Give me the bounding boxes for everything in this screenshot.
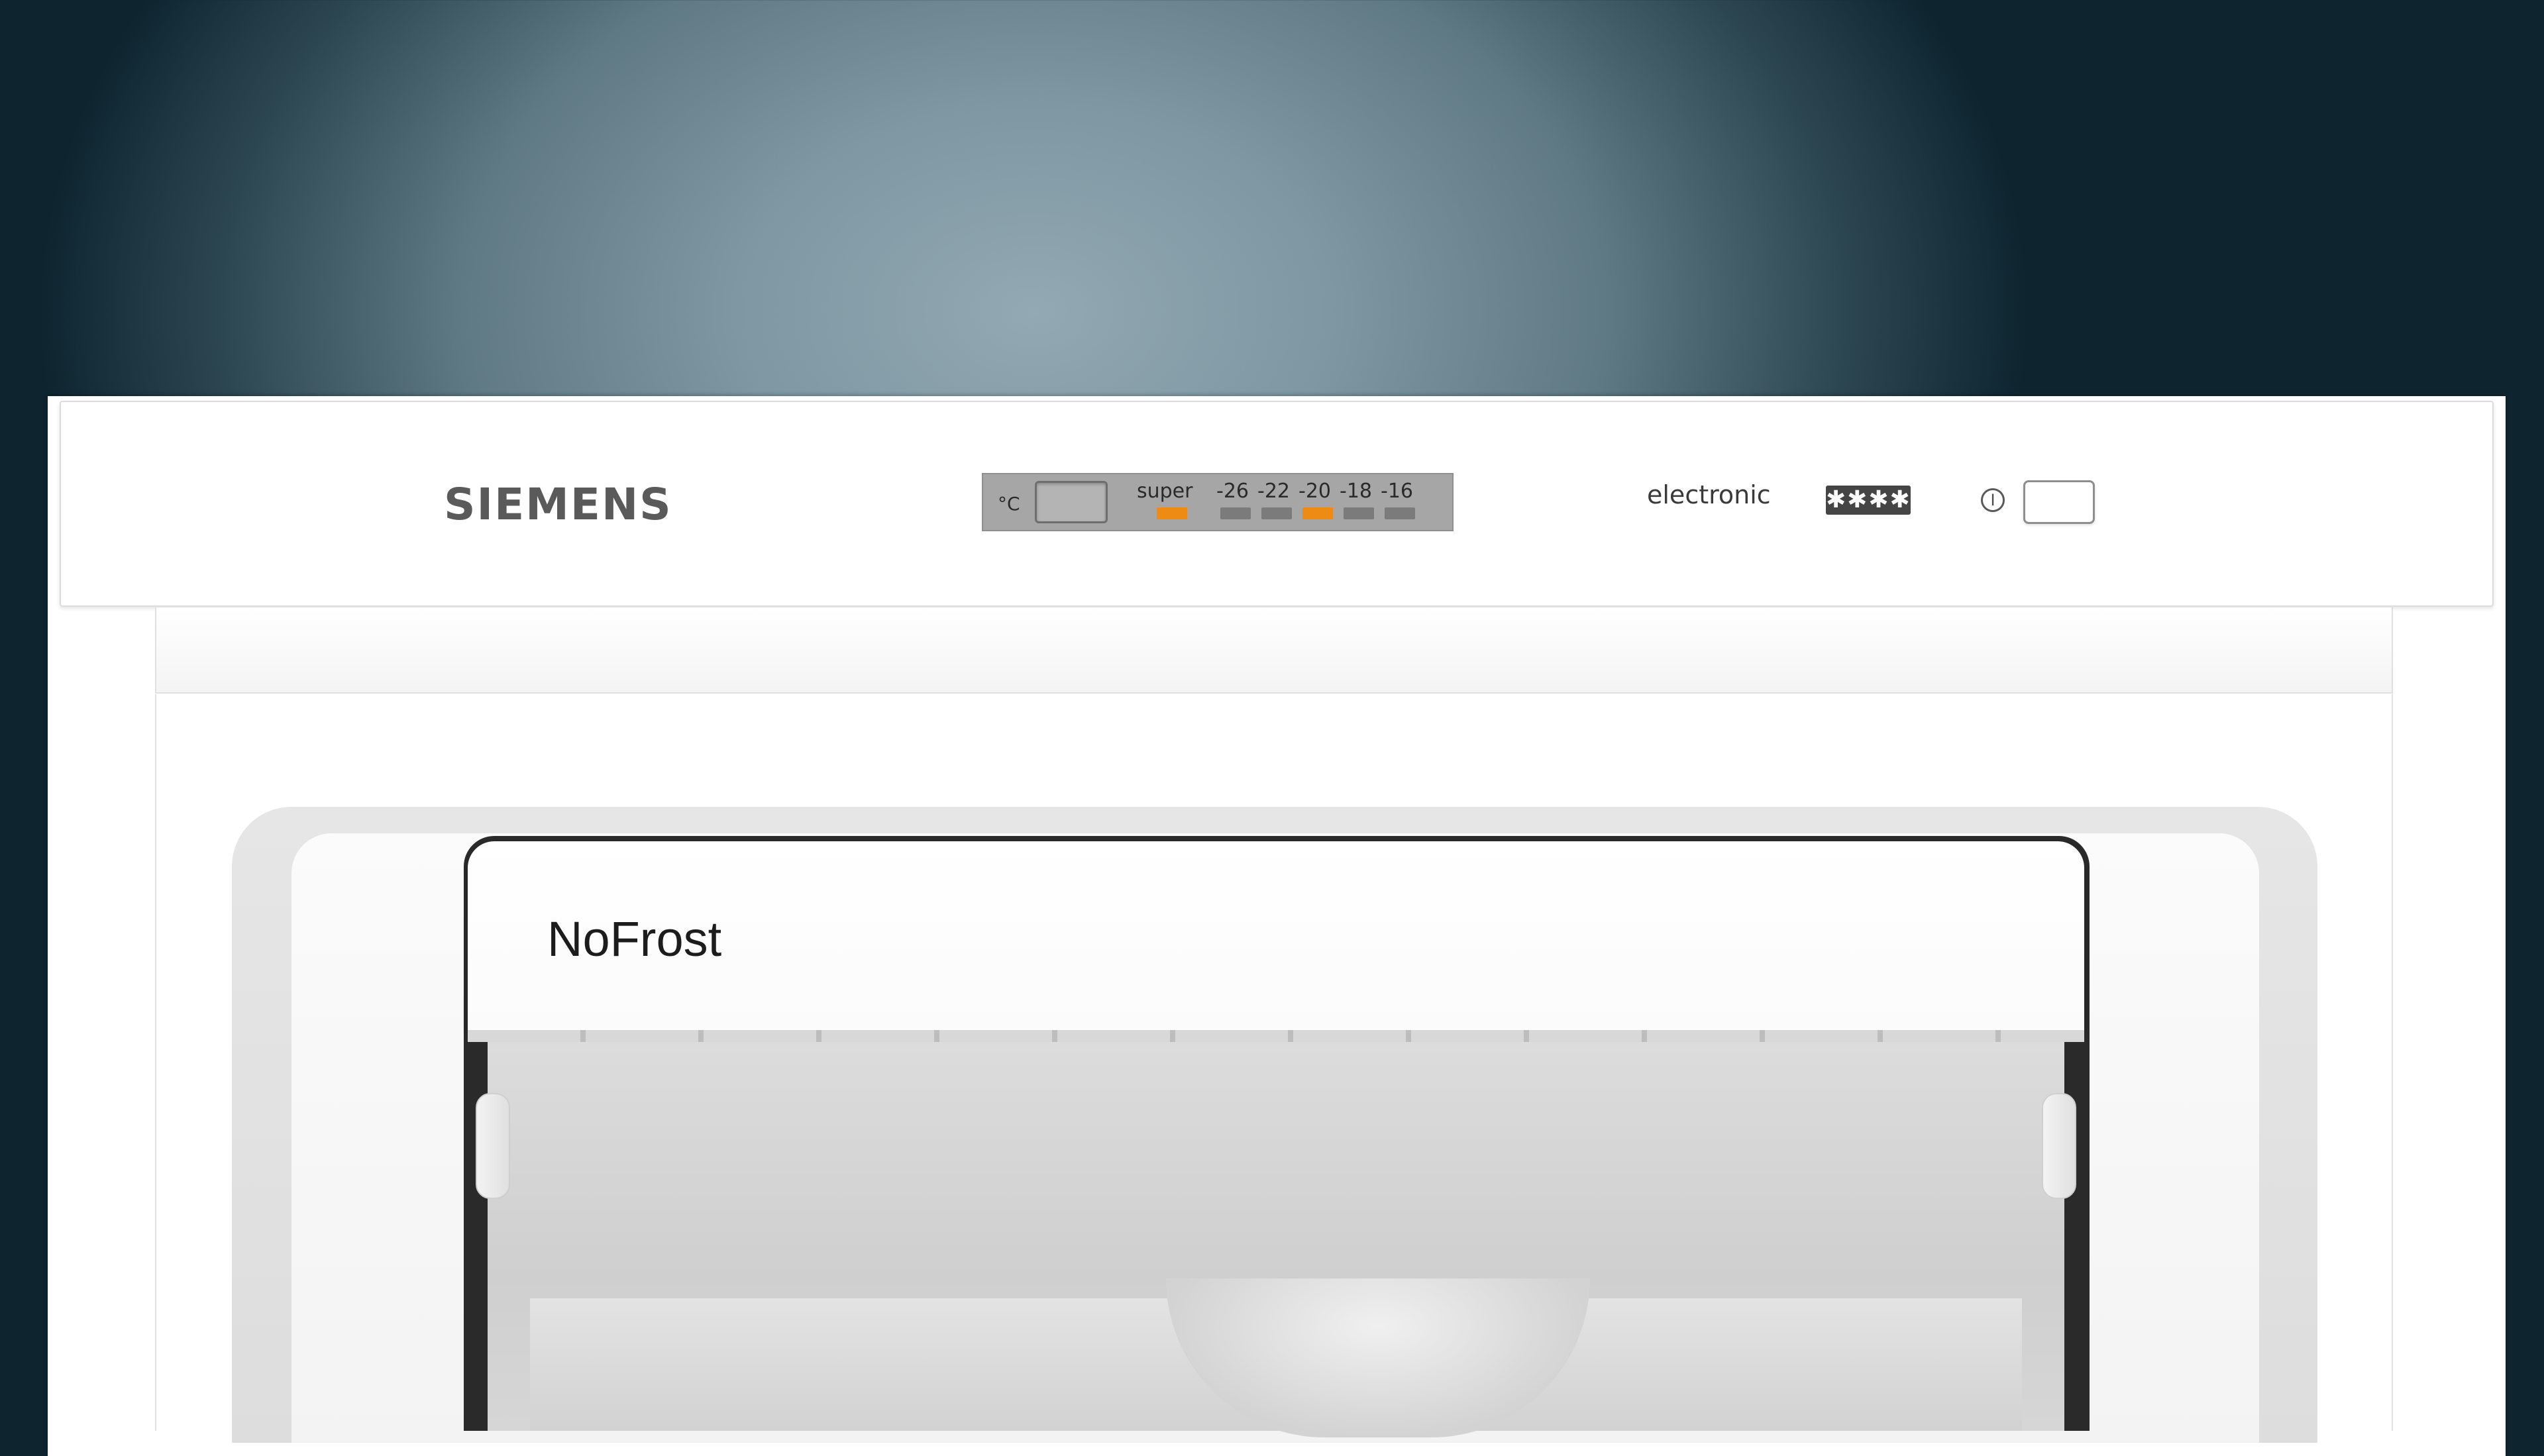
drawer-front-edge [468,1030,2084,1042]
electronic-mode-label: electronic [1647,480,1771,509]
power-button[interactable] [2023,480,2095,524]
temperature-indicator-led-minus16 [1385,507,1415,519]
drawer-hinge-right [2042,1093,2076,1199]
super-freeze-indicator-led [1157,507,1187,519]
temperature-label-minus22: -22 [1257,480,1290,503]
control-panel: SIEMENS °C super -26 -22 -20 -18 -16 ele… [60,401,2494,607]
drawer-hinge-left [476,1093,510,1199]
temperature-indicator-led-minus26 [1220,507,1251,519]
temperature-indicator-led-minus22 [1261,507,1292,519]
temperature-label-minus18: -18 [1340,480,1372,503]
brand-logo: SIEMENS [444,479,672,530]
temperature-label-minus26: -26 [1216,480,1249,503]
temperature-label-minus20: -20 [1298,480,1331,503]
freezer-star-rating-icon: ✱✱✱✱ [1826,486,1911,515]
super-freeze-label: super [1137,480,1193,503]
nofrost-label: NoFrost [547,911,722,966]
power-symbol-icon: I [1981,488,2005,512]
temperature-unit-label: °C [998,493,1020,515]
freezer-drawer-front[interactable]: NoFrost [468,841,2084,1030]
temperature-indicator-led-minus20 [1302,507,1333,519]
temperature-indicator-led-minus18 [1344,507,1374,519]
temperature-label-minus16: -16 [1381,480,1413,503]
temperature-set-button[interactable] [1035,481,1108,523]
door-top-trim [155,606,2393,694]
temperature-display-panel: °C super -26 -22 -20 -18 -16 [982,473,1454,531]
